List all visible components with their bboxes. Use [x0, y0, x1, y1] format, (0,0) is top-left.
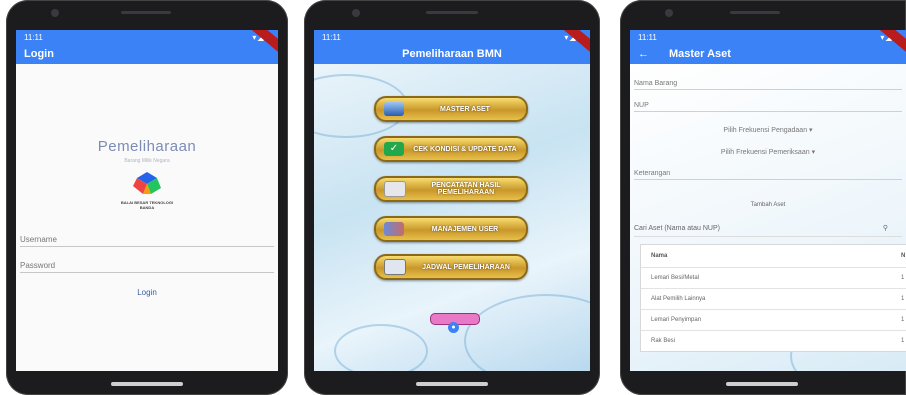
checkmark-icon: ✓ [384, 142, 404, 156]
water-splash [334, 324, 428, 371]
logo-icon [133, 172, 161, 194]
nup-field[interactable]: NUP [634, 102, 902, 112]
keterangan-label: Keterangan [634, 170, 671, 177]
cell-nama: Alat Pemilih Lainnya [651, 296, 706, 302]
home-indicator [111, 382, 183, 386]
nama-barang-field[interactable]: Nama Barang [634, 80, 902, 90]
menu-label: JADWAL PEMELIHARAAN [422, 263, 510, 271]
water-splash [464, 294, 590, 371]
username-field[interactable]: Username [20, 226, 274, 247]
chevron-down-icon: ▾ [809, 127, 813, 134]
menu-label: CEK KONDISI & UPDATE DATA [413, 145, 517, 153]
cell-nup: 1 [901, 275, 905, 281]
cell-nup: 1 [901, 317, 905, 323]
status-time: 11:11 [322, 32, 341, 42]
person-icon[interactable]: ● [448, 322, 459, 333]
status-bar: 11:11 ▾◢▮ Pemeliharaan BMN [314, 30, 590, 64]
phone-menu: 11:11 ▾◢▮ Pemeliharaan BMN MASTER ASET ✓… [304, 0, 600, 395]
login-button[interactable]: Login [16, 288, 278, 297]
cell-nama: Rak Besi [651, 338, 676, 344]
search-icon: ⚲ [882, 225, 888, 232]
page-title: Login [24, 48, 54, 60]
home-indicator [726, 382, 798, 386]
cell-nup: 1 [901, 296, 905, 302]
login-screen: 11:11 ▾◢▮ Login Pemeliharaan Barang Mili… [16, 30, 278, 371]
menu-label: PENCATATAN HASIL PEMELIHARAAN [431, 182, 501, 196]
chevron-down-icon: ▾ [811, 149, 816, 156]
phone-login: 11:11 ▾◢▮ Login Pemeliharaan Barang Mili… [6, 0, 288, 395]
app-name: Pemeliharaan [97, 138, 197, 155]
status-bar: 11:11 ▾◢▮ ← Master Aset [630, 30, 906, 64]
page-title: Pemeliharaan BMN [402, 48, 502, 60]
asset-table: Nama N Lemari Besi/Metal 1 Alat Pemilih … [640, 244, 906, 352]
menu-label: MASTER ASET [440, 105, 490, 113]
calendar-icon [384, 259, 406, 275]
table-row[interactable]: Rak Besi 1 [641, 331, 906, 351]
page-title: Master Aset [669, 48, 731, 60]
column-header-nama: Nama [651, 253, 668, 259]
table-row[interactable]: Alat Pemilih Lainnya 1 [641, 289, 906, 310]
menu-manajemen-user-button[interactable]: MANAJEMEN USER [374, 216, 528, 242]
pengadaan-dropdown[interactable]: Pilih Frekuensi Pengadaan ▾ [630, 126, 906, 134]
cell-nama: Lemari Besi/Metal [651, 275, 700, 281]
menu-master-aset-button[interactable]: MASTER ASET [374, 96, 528, 122]
password-field[interactable]: Password [20, 252, 274, 273]
table-row[interactable]: Lemari Besi/Metal 1 [641, 268, 906, 289]
org-sub-line: BANDA [139, 205, 155, 210]
search-input[interactable]: Cari Aset (Nama atau NUP) ⚲ [634, 220, 902, 237]
users-icon [384, 222, 404, 236]
camera-icon [51, 9, 59, 17]
column-header-nup: N [901, 253, 906, 259]
back-arrow-icon[interactable]: ← [638, 48, 649, 60]
status-time: 11:11 [638, 32, 657, 42]
tambah-aset-button[interactable]: Tambah Aset [630, 202, 906, 208]
password-placeholder: Password [20, 261, 56, 270]
status-bar: 11:11 ▾◢▮ Login [16, 30, 278, 64]
menu-jadwal-button[interactable]: JADWAL PEMELIHARAAN [374, 254, 528, 280]
menu-cek-kondisi-button[interactable]: ✓ CEK KONDISI & UPDATE DATA [374, 136, 528, 162]
pemeriksaan-label: Pilih Frekuensi Pemeriksaan [720, 149, 810, 156]
speaker [426, 11, 478, 14]
home-indicator [416, 382, 488, 386]
phone-master-aset: 11:11 ▾◢▮ ← Master Aset Nama Barang NUP … [620, 0, 906, 395]
pemeriksaan-dropdown[interactable]: Pilih Frekuensi Pemeriksaan ▾ [630, 148, 906, 156]
app-bar: Login [16, 44, 278, 64]
cell-nama: Lemari Penyimpan [651, 317, 702, 323]
menu-pencatatan-button[interactable]: PENCATATAN HASIL PEMELIHARAAN [374, 176, 528, 202]
app-subtitle: Barang Milik Negara [124, 158, 170, 164]
speaker [121, 11, 171, 14]
org-name: BALAI BESAR TEKNOLOGI BANDA [16, 200, 278, 210]
speaker [730, 11, 780, 14]
app-bar: ← Master Aset [630, 44, 906, 64]
camera-icon [665, 9, 673, 17]
cell-nup: 1 [901, 338, 905, 344]
status-time: 11:11 [24, 32, 43, 42]
camera-icon [352, 9, 360, 17]
menu-screen: 11:11 ▾◢▮ Pemeliharaan BMN MASTER ASET ✓… [314, 30, 590, 371]
database-icon [384, 102, 404, 116]
menu-label: MANAJEMEN USER [431, 225, 499, 233]
search-placeholder: Cari Aset (Nama atau NUP) [634, 224, 720, 232]
table-row[interactable]: Lemari Penyimpan 1 [641, 310, 906, 331]
notes-icon [384, 181, 406, 197]
pengadaan-label: Pilih Frekuensi Pengadaan [723, 127, 808, 134]
master-aset-screen: 11:11 ▾◢▮ ← Master Aset Nama Barang NUP … [630, 30, 906, 371]
table-header: Nama N [641, 245, 906, 268]
nama-barang-label: Nama Barang [634, 80, 678, 87]
keterangan-field[interactable]: Keterangan [634, 170, 902, 180]
app-bar: Pemeliharaan BMN [314, 44, 590, 64]
nup-label: NUP [634, 102, 649, 109]
username-placeholder: Username [20, 235, 57, 244]
